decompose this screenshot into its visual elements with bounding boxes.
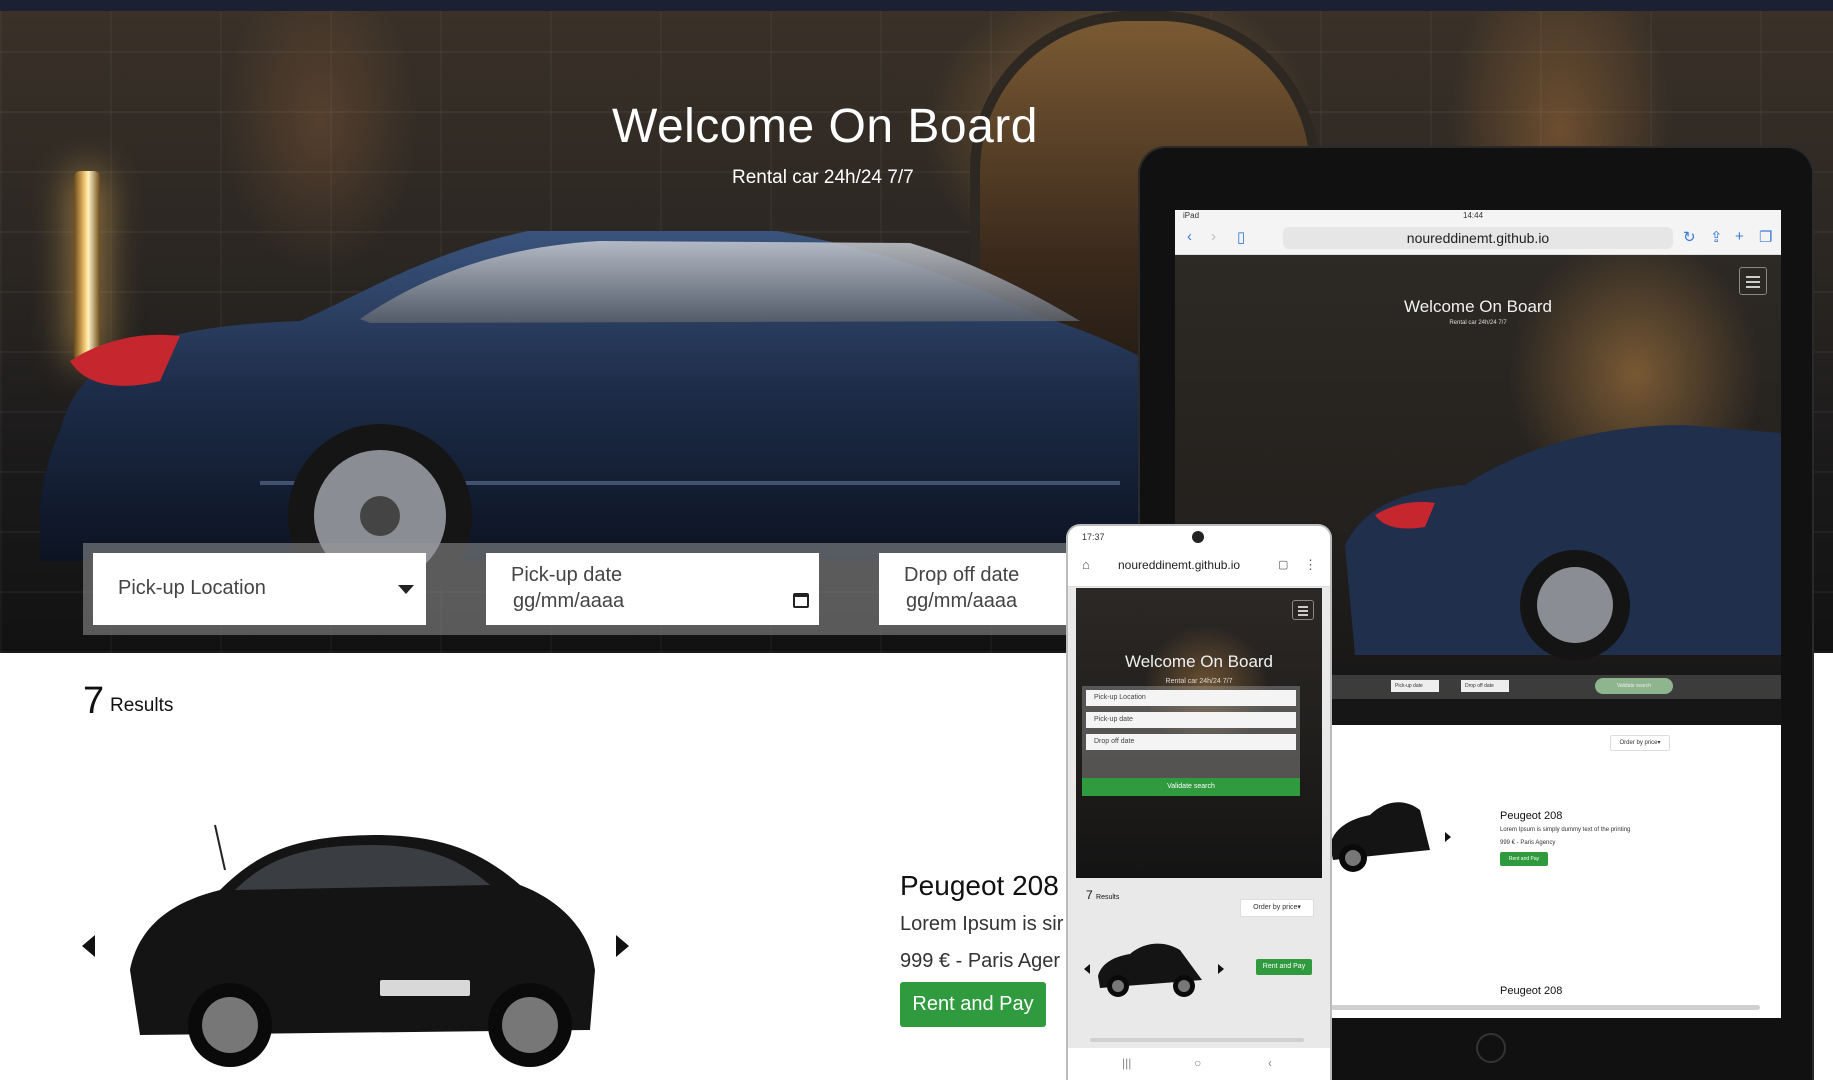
share-icon[interactable]: ⇪	[1710, 228, 1723, 246]
calendar-icon[interactable]	[793, 593, 809, 608]
phone-hero-title: Welcome On Board	[1124, 652, 1274, 671]
tablet-car-name-2: Peugeot 208	[1500, 985, 1563, 997]
tabs-icon[interactable]: ❐	[1759, 228, 1772, 246]
pickup-date-label: Pick-up date	[511, 564, 623, 586]
phone-validate-search-button[interactable]: Validate search	[1082, 778, 1300, 796]
tablet-dropoff-date-field[interactable]: Drop off date	[1461, 680, 1509, 692]
more-options-icon[interactable]: ⋮	[1304, 557, 1317, 573]
reload-icon[interactable]: ↻	[1683, 228, 1696, 246]
phone-hero-subtitle: Rental car 24h/24 7/7	[1165, 678, 1233, 685]
tablet-car-name: Peugeot 208	[1500, 810, 1563, 822]
phone-order-dropdown[interactable]: Order by price▾	[1240, 899, 1314, 917]
chevron-down-icon	[398, 585, 414, 594]
phone-rent-and-pay-button[interactable]: Rent and Pay	[1256, 959, 1312, 975]
tablet-url-bar[interactable]: noureddinemt.github.io	[1283, 227, 1673, 249]
phone-back-icon[interactable]: ‹	[1268, 1056, 1272, 1070]
tablet-rent-and-pay-button[interactable]: Rent and Pay	[1500, 852, 1548, 866]
tabs-count-icon[interactable]: ▢	[1278, 558, 1288, 571]
carousel-prev-arrow-icon[interactable]	[82, 935, 95, 957]
hero-car-image	[40, 231, 1190, 591]
car-price: 999 € - Paris Ager	[900, 950, 1061, 972]
hamburger-menu-icon[interactable]	[1739, 267, 1767, 295]
phone-results-number: 7	[1086, 888, 1093, 902]
search-bar: Pick-up Location Pick-up date gg/mm/aaaa…	[83, 543, 1083, 635]
hero-title: Welcome On Board	[612, 100, 1038, 153]
phone-scrollbar[interactable]	[1090, 1038, 1304, 1042]
phone-status-bar: 17:37	[1068, 526, 1330, 548]
pickup-date-field[interactable]: Pick-up date gg/mm/aaaa	[486, 553, 819, 625]
phone-mockup: 17:37 ⌂ noureddinemt.github.io ▢ ⋮ Welco…	[1068, 526, 1330, 1080]
pickup-location-label: Pick-up Location	[118, 577, 266, 599]
phone-nav-bar: ||| ○ ‹	[1068, 1048, 1330, 1080]
rent-and-pay-button[interactable]: Rent and Pay	[900, 982, 1046, 1027]
phone-carousel-prev-icon[interactable]	[1084, 964, 1090, 974]
tablet-order-dropdown[interactable]: Order by price▾	[1610, 735, 1670, 751]
phone-results-label: Results	[1096, 894, 1120, 901]
tablet-car-description: Lorem Ipsum is simply dummy text of the …	[1500, 827, 1631, 833]
tablet-car-price: 999 € - Paris Agency	[1500, 840, 1556, 846]
phone-url-bar[interactable]: noureddinemt.github.io	[1118, 558, 1240, 572]
tablet-time: 14:44	[1463, 211, 1484, 220]
phone-search-form: Pick-up Location Pick-up date Drop off d…	[1082, 686, 1300, 778]
tablet-validate-button[interactable]: Validate search	[1595, 678, 1673, 694]
phone-pickup-location-select[interactable]: Pick-up Location	[1086, 690, 1296, 706]
phone-results-count: 7 Results	[1086, 888, 1119, 902]
phone-home-icon[interactable]: ○	[1194, 1056, 1201, 1070]
phone-browser-bar: ⌂ noureddinemt.github.io ▢ ⋮	[1068, 548, 1330, 587]
tablet-hero-car-image	[1345, 425, 1781, 660]
tablet-home-button[interactable]	[1476, 1033, 1506, 1063]
pickup-location-select[interactable]: Pick-up Location	[93, 553, 426, 625]
phone-carousel-next-icon[interactable]	[1218, 964, 1224, 974]
results-count: 7	[83, 680, 105, 722]
results-label: Results	[110, 695, 174, 716]
tablet-browser-toolbar: ‹ › ▯ noureddinemt.github.io ↻ ⇪ + ❐	[1175, 222, 1781, 255]
pickup-date-value: gg/mm/aaaa	[513, 590, 625, 612]
dropoff-date-label: Drop off date	[904, 564, 1020, 586]
phone-camera-icon	[1192, 531, 1204, 543]
top-bar	[0, 0, 1833, 11]
car-name: Peugeot 208	[900, 870, 1059, 901]
dropoff-date-field[interactable]: Drop off date gg/mm/aaaa	[879, 553, 1079, 625]
tablet-hero-subtitle: Rental car 24h/24 7/7	[1449, 320, 1507, 326]
bookmarks-icon[interactable]: ▯	[1237, 228, 1245, 246]
tablet-carousel-next-icon[interactable]	[1445, 832, 1451, 842]
carousel-next-arrow-icon[interactable]	[616, 935, 629, 957]
car-description: Lorem Ipsum is sir	[900, 913, 1064, 935]
new-tab-icon[interactable]: +	[1735, 228, 1744, 245]
phone-pickup-date-field[interactable]: Pick-up date	[1086, 712, 1296, 728]
tablet-hero-title: Welcome On Board	[1403, 297, 1553, 316]
back-icon[interactable]: ‹	[1187, 228, 1192, 245]
phone-hamburger-menu-icon[interactable]	[1292, 600, 1314, 620]
hero-subtitle: Rental car 24h/24 7/7	[732, 167, 914, 188]
tablet-status-bar: iPad 14:44	[1175, 210, 1781, 222]
phone-time: 17:37	[1082, 532, 1105, 542]
phone-dropoff-date-field[interactable]: Drop off date	[1086, 734, 1296, 750]
tablet-pickup-date-field[interactable]: Pick-up date	[1391, 680, 1439, 692]
tablet-car-image	[1330, 802, 1430, 872]
tablet-device-label: iPad	[1183, 211, 1200, 220]
forward-icon[interactable]: ›	[1211, 228, 1216, 245]
dropoff-date-value: gg/mm/aaaa	[906, 590, 1018, 612]
recent-apps-icon[interactable]: |||	[1122, 1056, 1131, 1070]
phone-car-image	[1098, 943, 1202, 997]
peugeot-car-image	[130, 824, 595, 1067]
home-icon[interactable]: ⌂	[1082, 557, 1090, 572]
